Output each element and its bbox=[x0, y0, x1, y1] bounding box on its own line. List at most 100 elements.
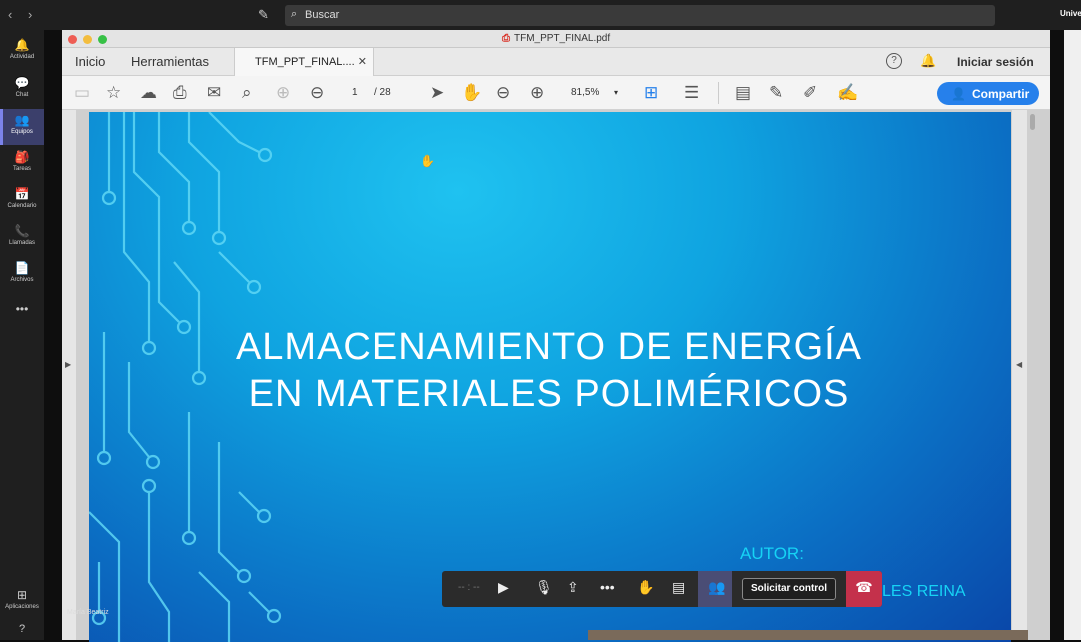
apps-icon: ⊞ bbox=[16, 588, 28, 602]
rail-item-calendar[interactable]: 📅 Calendario bbox=[0, 183, 44, 219]
rail-item-activity[interactable]: 🔔 Actividad bbox=[0, 34, 44, 70]
rail-item-chat[interactable]: 💬 Chat bbox=[0, 72, 44, 108]
compose-icon[interactable]: ✎ bbox=[258, 7, 269, 23]
hand-cursor-icon: ✋ bbox=[420, 154, 435, 168]
rail-item-label: Chat bbox=[15, 92, 29, 98]
notifications-icon[interactable]: 🔔 bbox=[920, 53, 936, 69]
collapse-left-icon: ◀ bbox=[1016, 360, 1023, 369]
rail-item-files[interactable]: 📄 Archivos bbox=[0, 257, 44, 293]
email-icon[interactable]: ✉ bbox=[207, 83, 221, 103]
page-number-input[interactable]: 1 bbox=[352, 87, 358, 98]
rail-item-label: Archivos bbox=[10, 277, 34, 283]
zoom-in-icon[interactable]: ⊕ bbox=[530, 83, 544, 103]
left-panel-toggle[interactable]: ▶ bbox=[62, 110, 76, 640]
zoom-level-select[interactable]: 81,5% bbox=[571, 87, 599, 98]
fit-page-icon[interactable]: ⊞ bbox=[644, 83, 658, 103]
rail-item-help[interactable]: ? bbox=[0, 622, 44, 640]
window-title: ⎙ TFM_PPT_FINAL.pdf bbox=[502, 33, 610, 44]
rail-item-label: Tareas bbox=[12, 166, 31, 172]
right-panel-toggle[interactable]: ◀ bbox=[1012, 110, 1027, 640]
app-tab-bar: Inicio Herramientas TFM_PPT_FINAL.... ✕ … bbox=[62, 48, 1050, 76]
forward-arrow-icon[interactable]: › bbox=[28, 7, 32, 22]
files-icon: 📄 bbox=[14, 261, 30, 275]
sign-icon[interactable]: ✍ bbox=[837, 83, 858, 103]
print-icon[interactable]: ⎙ bbox=[173, 83, 187, 103]
search-input[interactable]: ⌕ Buscar bbox=[285, 5, 995, 26]
rail-item-assignments[interactable]: 🎒 Tareas bbox=[0, 146, 44, 182]
hand-tool-icon[interactable]: ✋ bbox=[461, 83, 482, 103]
signin-link[interactable]: Iniciar sesión bbox=[957, 55, 1034, 69]
camera-icon[interactable]: ▶ bbox=[498, 579, 509, 596]
rail-item-label: Actividad bbox=[9, 54, 35, 60]
zoom-search-icon[interactable]: ⌕ bbox=[242, 83, 252, 103]
slide-title: ALMACENAMIENTO DE ENERGÍA EN MATERIALES … bbox=[219, 324, 879, 418]
back-arrow-icon[interactable]: ‹ bbox=[8, 7, 12, 22]
next-page-icon[interactable]: ⊖ bbox=[310, 83, 324, 103]
share-button-label: Compartir bbox=[971, 87, 1030, 101]
close-window-icon[interactable] bbox=[68, 35, 77, 44]
rail-item-more[interactable]: ••• bbox=[0, 298, 44, 334]
cloud-upload-icon[interactable]: ☁ bbox=[140, 83, 157, 103]
chat-icon[interactable]: ▤ bbox=[672, 579, 685, 596]
search-icon: ⌕ bbox=[291, 8, 298, 20]
help-icon[interactable]: ? bbox=[886, 53, 902, 69]
close-tab-icon[interactable]: ✕ bbox=[358, 55, 367, 68]
slide-title-line: EN MATERIALES POLIMÉRICOS bbox=[248, 373, 850, 415]
teams-app-rail: 🔔 Actividad 💬 Chat 👥 Equipos 🎒 Tareas 📅 … bbox=[0, 30, 44, 640]
more-options-icon[interactable]: ••• bbox=[600, 579, 615, 595]
page-total: / 28 bbox=[374, 87, 391, 98]
participant-name: María Beatriz bbox=[67, 609, 109, 616]
tab-tools[interactable]: Herramientas bbox=[131, 54, 209, 69]
select-cursor-icon[interactable]: ➤ bbox=[430, 83, 444, 103]
window-title-text: TFM_PPT_FINAL.pdf bbox=[514, 33, 611, 44]
rail-item-apps[interactable]: ⊞ Aplicaciones bbox=[0, 584, 44, 620]
rail-item-label: Llamadas bbox=[8, 240, 35, 246]
hang-up-icon: ☎ bbox=[855, 579, 873, 595]
pdf-reader-window: ⎙ TFM_PPT_FINAL.pdf Inicio Herramientas T… bbox=[62, 30, 1050, 642]
author-name: LES REINA bbox=[882, 583, 966, 600]
rail-item-calls[interactable]: 📞 Llamadas bbox=[0, 220, 44, 256]
tab-document-label: TFM_PPT_FINAL.... bbox=[255, 56, 355, 68]
org-label: Universidad bbox=[1060, 9, 1081, 18]
maximize-window-icon[interactable] bbox=[98, 35, 107, 44]
assignments-icon: 🎒 bbox=[14, 150, 30, 164]
toolbar-divider bbox=[718, 82, 719, 104]
minimize-window-icon[interactable] bbox=[83, 35, 92, 44]
chevron-down-icon[interactable]: ▾ bbox=[614, 88, 618, 97]
right-side-panel bbox=[1064, 30, 1081, 640]
tab-home[interactable]: Inicio bbox=[75, 54, 105, 69]
rail-item-label: Equipos bbox=[11, 129, 33, 135]
scroll-mode-icon[interactable]: ☰ bbox=[684, 83, 699, 103]
document-workspace[interactable]: ▶ ✋ ALMACENAMIENTO DE ENERGÍA EN MATERIA… bbox=[62, 110, 1050, 642]
highlight-pen-icon[interactable]: ✎ bbox=[769, 83, 783, 103]
call-controls-bar: -- : -- ▶ 🎙 ⇪ ••• ✋ ▤ 👥 Solicitar contro… bbox=[442, 571, 882, 607]
scrollbar-thumb[interactable] bbox=[1030, 114, 1035, 130]
slide-page: ✋ ALMACENAMIENTO DE ENERGÍA EN MATERIALE… bbox=[89, 112, 1011, 642]
share-button[interactable]: 👤 Compartir bbox=[937, 82, 1039, 105]
share-screen-icon[interactable]: ⇪ bbox=[567, 579, 579, 596]
rail-item-teams[interactable]: 👥 Equipos bbox=[0, 109, 44, 145]
zoom-out-icon[interactable]: ⊖ bbox=[496, 83, 510, 103]
video-thumbnail-strip bbox=[588, 630, 1028, 640]
window-title-bar: ⎙ TFM_PPT_FINAL.pdf bbox=[62, 30, 1050, 48]
save-icon[interactable]: ▭ bbox=[74, 83, 90, 103]
rail-item-label: Calendario bbox=[7, 203, 37, 209]
microphone-icon[interactable]: 🎙 bbox=[535, 579, 553, 596]
request-control-button[interactable]: Solicitar control bbox=[742, 578, 836, 600]
prev-page-icon[interactable]: ⊕ bbox=[276, 83, 290, 103]
phone-icon: 📞 bbox=[14, 224, 30, 238]
expand-right-icon: ▶ bbox=[65, 360, 72, 369]
participants-icon: 👥 bbox=[708, 579, 726, 595]
comment-icon[interactable]: ▤ bbox=[735, 83, 751, 103]
hang-up-button[interactable]: ☎ bbox=[846, 571, 882, 607]
call-timer-icon: -- : -- bbox=[458, 582, 480, 593]
chat-icon: 💬 bbox=[14, 76, 30, 90]
bookmark-star-icon[interactable]: ☆ bbox=[106, 83, 121, 103]
teams-top-bar: ‹ › ✎ ⌕ Buscar Universidad bbox=[0, 0, 1081, 30]
participants-button[interactable]: 👥 bbox=[698, 571, 732, 607]
tab-document[interactable]: TFM_PPT_FINAL.... ✕ bbox=[234, 48, 374, 76]
raise-hand-icon[interactable]: ✋ bbox=[637, 579, 654, 596]
author-label: AUTOR: bbox=[740, 544, 804, 563]
add-person-icon: 👤 bbox=[951, 87, 966, 101]
draw-icon[interactable]: ✐ bbox=[803, 83, 817, 103]
